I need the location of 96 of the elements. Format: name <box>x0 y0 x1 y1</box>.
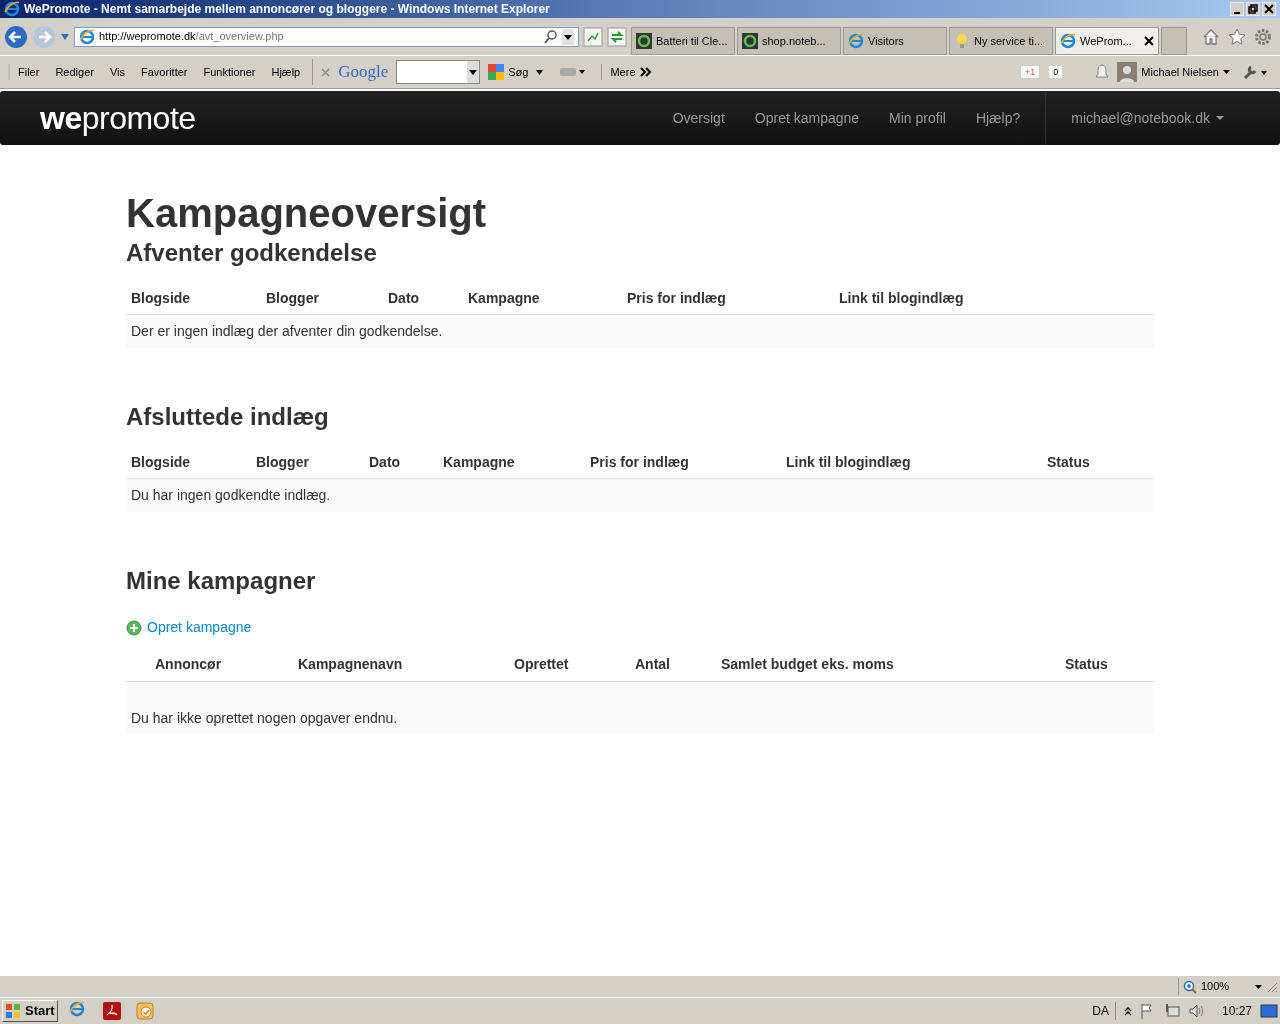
ie-icon[interactable] <box>79 28 95 45</box>
bell-icon[interactable] <box>1095 64 1110 80</box>
volume-icon[interactable] <box>1187 1003 1204 1019</box>
nav-link[interactable]: Min profil <box>874 107 961 129</box>
network-icon[interactable] <box>1163 1003 1180 1019</box>
column-header: Blogside <box>130 289 192 308</box>
plus-one-button[interactable]: +1 <box>1020 65 1041 79</box>
address-text: http://wepromote.dk/avt_overview.php <box>99 29 284 45</box>
resize-grip-icon[interactable] <box>1266 980 1278 993</box>
site-icon[interactable] <box>742 33 758 49</box>
search-icon[interactable] <box>544 29 558 44</box>
menu-item[interactable]: Funktioner <box>203 63 256 81</box>
windows-logo-icon[interactable] <box>5 1003 21 1019</box>
clock: 10:27 <box>1221 1003 1252 1020</box>
column-header: Status <box>1046 453 1091 472</box>
search-field[interactable] <box>396 60 481 84</box>
browser-tab[interactable]: Visitors <box>843 27 947 55</box>
site-icon[interactable] <box>636 33 652 49</box>
section-heading: Afventer godkendelse <box>126 238 378 268</box>
empty-message: Der er ingen indlæg der afventer din godkendelse. <box>131 323 443 339</box>
dropdown-icon[interactable] <box>467 61 480 83</box>
column-header: Link til blogindlæg <box>838 289 965 308</box>
chevron-icon[interactable] <box>639 67 652 77</box>
minimize-button[interactable] <box>1230 2 1244 16</box>
column-header: Dato <box>387 289 421 308</box>
empty-message: Du har ikke oprettet nogen opgaver endnu. <box>131 710 398 726</box>
browser-tab[interactable]: Batteri til Cle... <box>631 27 735 55</box>
user-menu[interactable]: Michael Nielsen <box>1117 62 1230 82</box>
compatibility-icon[interactable] <box>583 26 603 47</box>
menu-item[interactable]: Favoritter <box>141 63 188 81</box>
create-campaign-link[interactable]: Opret kampagne <box>126 617 252 638</box>
pdf-icon[interactable] <box>101 1001 122 1021</box>
wrench-icon[interactable] <box>1242 64 1268 80</box>
column-header: Antal <box>634 655 671 674</box>
column-header: Pris for indlæg <box>626 289 727 308</box>
start-button[interactable]: Start <box>2 1000 58 1022</box>
home-icon[interactable] <box>1202 27 1220 46</box>
show-desktop-icon[interactable] <box>1260 1003 1278 1019</box>
browser-tab[interactable]: WeProm... <box>1055 27 1159 55</box>
avatar-icon[interactable] <box>1117 62 1138 82</box>
column-header: Pris for indlæg <box>589 453 690 472</box>
more-button[interactable]: Mere <box>601 63 652 81</box>
search-button[interactable]: Søg <box>488 63 529 81</box>
back-button[interactable] <box>4 24 28 49</box>
column-header: Kampagne <box>442 453 516 472</box>
zoom-control[interactable]: 100% <box>1178 978 1266 995</box>
caret-icon[interactable] <box>1216 116 1224 120</box>
menu-item[interactable]: Filer <box>18 63 40 81</box>
close-button[interactable] <box>1262 2 1276 16</box>
column-header: Blogside <box>130 453 192 472</box>
google-icon[interactable] <box>488 64 505 80</box>
restore-button[interactable] <box>1246 2 1260 16</box>
column-header: Kampagne <box>467 289 541 308</box>
language-indicator[interactable]: DA <box>1092 1002 1116 1020</box>
app-icon[interactable] <box>134 1001 155 1021</box>
nav-link[interactable]: Oversigt <box>657 107 740 129</box>
toolbar-button-icon[interactable] <box>559 66 586 78</box>
refresh-icon[interactable] <box>607 26 627 47</box>
dropdown-icon[interactable] <box>562 28 574 45</box>
page-heading: Kampagneoversigt <box>126 190 488 237</box>
add-icon[interactable] <box>126 619 142 636</box>
caret-icon[interactable] <box>1223 70 1230 74</box>
section-heading: Mine kampagner <box>126 566 317 596</box>
column-header: Samlet budget eks. moms <box>720 655 895 674</box>
window-title: WePromote - Nemt samarbejde mellem annoncører og bloggere - Windows Internet Explorer <box>24 1 550 18</box>
column-header: Annoncør <box>154 655 223 674</box>
empty-message: Du har ingen godkendte indlæg. <box>131 487 331 503</box>
column-header: Kampagnenavn <box>297 655 404 674</box>
ie-icon[interactable] <box>1060 33 1076 49</box>
zoom-icon[interactable] <box>1183 979 1197 994</box>
settings-icon[interactable] <box>1254 27 1272 46</box>
google-logo: Google <box>338 61 389 84</box>
browser-tab[interactable]: shop.noteb... <box>737 27 841 55</box>
nav-link[interactable]: Hjælp? <box>960 107 1036 129</box>
column-header: Blogger <box>265 289 320 308</box>
site-logo[interactable]: wepromote <box>40 94 196 142</box>
dropdown-icon[interactable] <box>536 69 544 75</box>
plus-count: 0 <box>1048 65 1064 79</box>
section-heading: Afsluttede indlæg <box>126 402 330 432</box>
browser-tab[interactable]: Ny service ti... <box>949 27 1053 55</box>
address-bar[interactable]: http://wepromote.dk/avt_overview.php <box>74 26 579 47</box>
account-menu[interactable]: michael@notebook.dk <box>1045 91 1240 145</box>
menu-item[interactable]: Rediger <box>55 63 94 81</box>
column-header: Oprettet <box>513 655 570 674</box>
ie-icon[interactable] <box>4 1 20 17</box>
nav-link[interactable]: Opret kampagne <box>739 107 875 129</box>
column-header: Link til blogindlæg <box>785 453 912 472</box>
close-icon[interactable] <box>1144 36 1154 46</box>
menu-item[interactable]: Vis <box>109 63 125 81</box>
column-header: Dato <box>368 453 402 472</box>
menu-item[interactable]: Hjælp <box>271 63 301 81</box>
column-header: Blogger <box>255 453 310 472</box>
chevron-up-icon[interactable] <box>1123 1006 1132 1016</box>
column-header: Status <box>1064 655 1109 674</box>
caret-icon[interactable] <box>1255 984 1262 989</box>
star-icon[interactable] <box>1228 27 1246 46</box>
